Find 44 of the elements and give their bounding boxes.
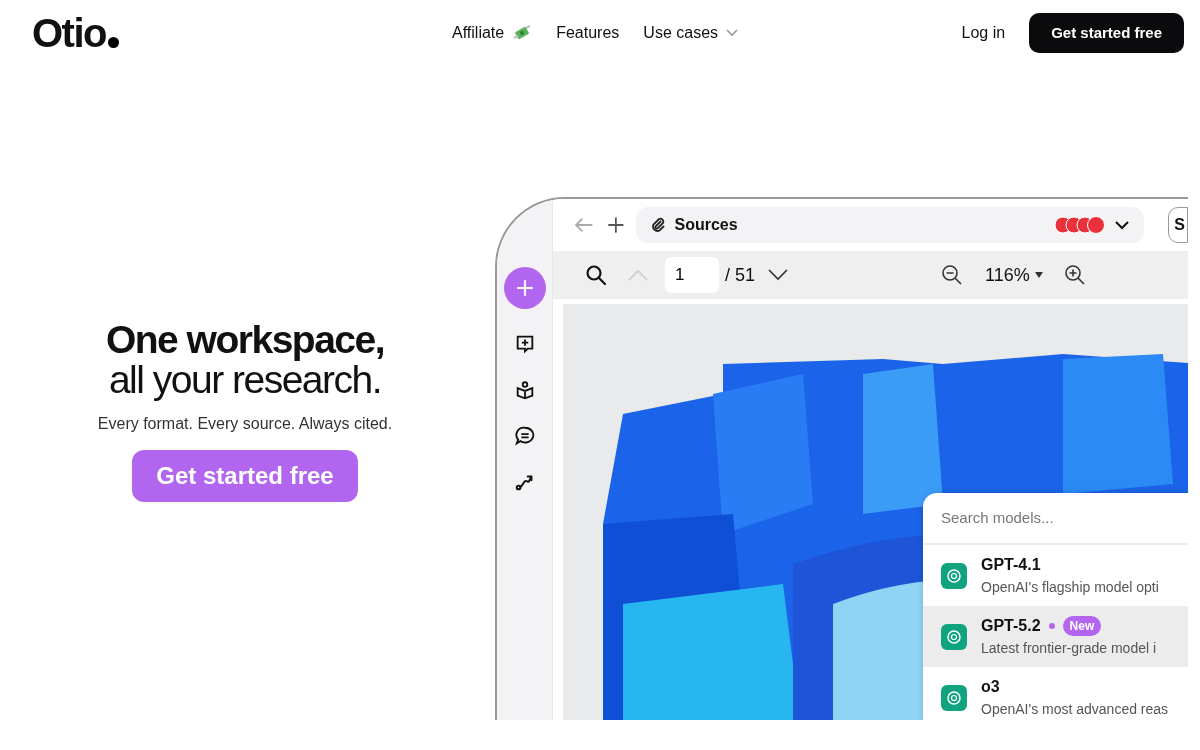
knot-logo-icon (941, 623, 967, 650)
model-name: o3 (981, 677, 1000, 697)
get-started-button[interactable]: Get started free (1029, 12, 1184, 54)
tab-label: Sources (674, 215, 738, 235)
caret-icon (1033, 271, 1044, 279)
model-description: OpenAI's most advanced reas (981, 700, 1169, 719)
nav-link[interactable]: Features (556, 21, 620, 45)
zoom-out-icon[interactable] (941, 264, 964, 286)
money-wings-icon (512, 24, 533, 42)
chevron-down-icon[interactable] (767, 268, 790, 282)
login-link[interactable]: Log in (961, 21, 1006, 45)
dot-icon (1048, 623, 1055, 629)
chevron-down-icon (726, 29, 739, 37)
nav-link[interactable]: Use cases (643, 21, 739, 45)
model-name: GPT-4.1 (981, 555, 1041, 575)
model-name: GPT-5.2 (981, 616, 1041, 636)
model-option[interactable]: GPT-4.1 OpenAI's flagship model opti (923, 545, 1188, 606)
knot-logo-icon (941, 562, 967, 589)
page-number-field[interactable]: 1 (665, 257, 719, 293)
plus-icon (514, 278, 535, 298)
sources-tab[interactable]: Sources (636, 207, 1145, 243)
model-description: Latest frontier-grade model i (981, 639, 1157, 658)
chevron-down-icon[interactable] (1114, 219, 1131, 231)
model-option[interactable]: GPT-5.2 New Latest frontier-grade model i (923, 606, 1188, 667)
knot-logo-icon (941, 684, 967, 711)
zoom-in-icon[interactable] (1063, 264, 1086, 286)
paperclip-icon (650, 217, 667, 233)
hero-heading: One workspace, all your research. (105, 320, 385, 401)
side-button[interactable]: S (1168, 207, 1188, 243)
zoom-dropdown[interactable]: 116% (985, 261, 1044, 289)
logo-wordmark[interactable]: Otio (32, 13, 106, 53)
model-search-field[interactable]: Search models... (923, 493, 1188, 545)
nav-link[interactable]: Affiliate (452, 21, 533, 45)
chat-icon[interactable] (513, 425, 536, 447)
hero-subtitle: Every format. Every source. Always cited. (97, 414, 393, 435)
page-total: / 51 (725, 263, 756, 287)
model-option[interactable]: o3 OpenAI's most advanced reas (923, 667, 1188, 720)
new-badge: New (1062, 616, 1102, 636)
search-icon[interactable] (585, 264, 607, 286)
logo-dot-icon (108, 37, 119, 48)
plus-icon[interactable] (606, 216, 625, 234)
model-description: OpenAI's flagship model opti (981, 578, 1159, 597)
avatar-stack-icon (1054, 216, 1107, 234)
add-button[interactable] (503, 267, 546, 309)
